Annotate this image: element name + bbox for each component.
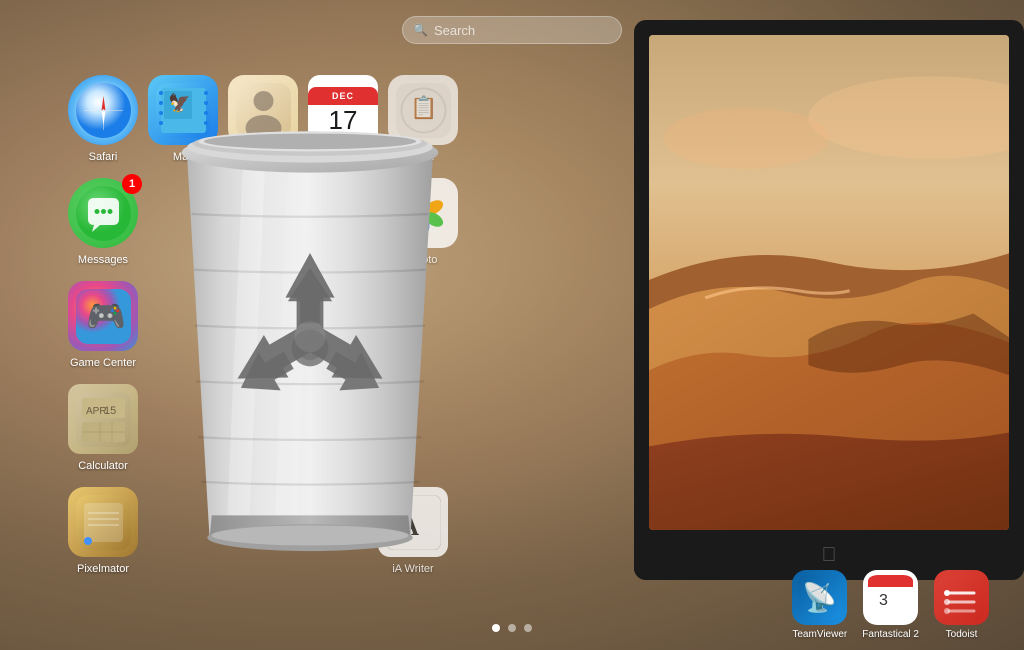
mac-screen-outer:  [634, 20, 1024, 580]
dock-icons: 📡 TeamViewer 3 Fantastical 2 [792, 570, 989, 640]
trash-svg [120, 80, 500, 560]
apple-logo-icon:  [822, 544, 837, 567]
todoist-icon [934, 570, 989, 625]
svg-text:📡: 📡 [802, 579, 837, 614]
page-dot-3[interactable] [524, 624, 532, 632]
svg-text:15: 15 [104, 405, 116, 417]
page-dots [492, 624, 532, 632]
teamviewer-dock-item[interactable]: 📡 TeamViewer [792, 570, 847, 640]
fantastical-label: Fantastical 2 [862, 629, 919, 640]
search-icon: 🔍 [413, 23, 428, 37]
search-placeholder: Search [434, 23, 475, 38]
trash-bin [120, 80, 500, 570]
safari-label: Safari [89, 151, 118, 163]
fantastical-icon: 3 [863, 570, 918, 625]
search-bar[interactable]: 🔍 Search [402, 16, 622, 44]
mac-screen-inner [649, 35, 1009, 530]
svg-text:3: 3 [879, 592, 888, 609]
fantastical-dock-item[interactable]: 3 Fantastical 2 [862, 570, 919, 640]
teamviewer-icon: 📡 [792, 570, 847, 625]
teamviewer-label: TeamViewer [792, 629, 847, 640]
todoist-dock-item[interactable]: Todoist [934, 570, 989, 640]
page-dot-2[interactable] [508, 624, 516, 632]
mac-computer:  [604, 0, 1024, 650]
todoist-label: Todoist [946, 629, 978, 640]
page-dot-1[interactable] [492, 624, 500, 632]
